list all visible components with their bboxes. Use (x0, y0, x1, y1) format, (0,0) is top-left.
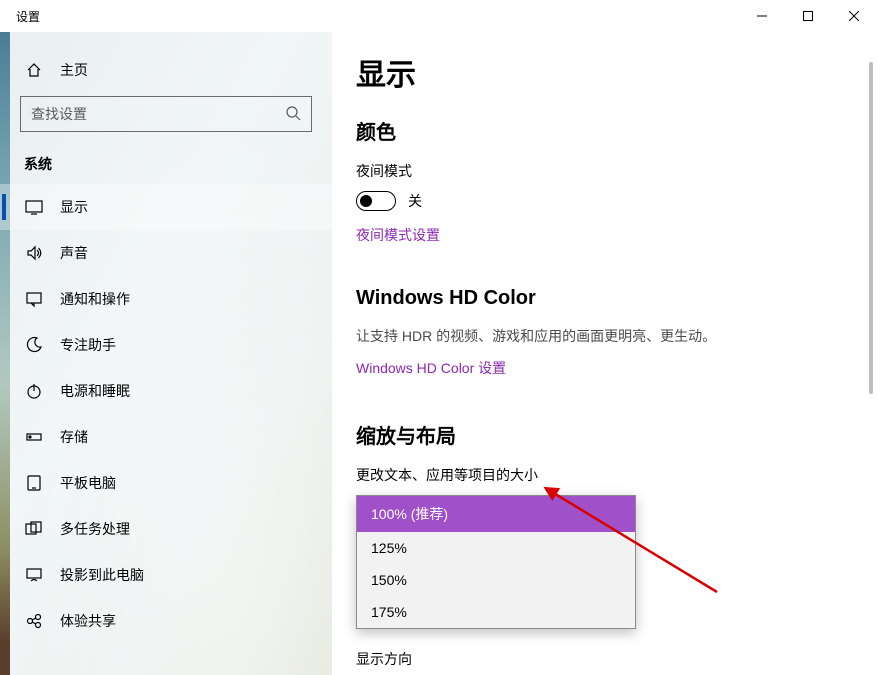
sidebar-item-shared-experiences[interactable]: 体验共享 (0, 598, 332, 644)
page-title: 显示 (356, 50, 837, 94)
sidebar-item-label: 显示 (60, 197, 88, 217)
sidebar-item-label: 多任务处理 (60, 519, 130, 539)
window-title: 设置 (16, 8, 40, 25)
shared-icon (24, 611, 44, 631)
scale-option-175[interactable]: 175% (357, 596, 635, 628)
night-mode-state: 关 (408, 191, 422, 211)
settings-window: 设置 主页 (0, 0, 877, 675)
hdcolor-desc: 让支持 HDR 的视频、游戏和应用的画面更明亮、更生动。 (356, 326, 837, 346)
scale-dropdown[interactable]: 100% (推荐) 125% 150% 175% (356, 495, 636, 629)
multitasking-icon (24, 519, 44, 539)
search-icon (285, 105, 301, 124)
scale-option-100[interactable]: 100% (推荐) (357, 496, 635, 532)
notifications-icon (24, 289, 44, 309)
search-placeholder: 查找设置 (31, 104, 87, 124)
sidebar-item-label: 平板电脑 (60, 473, 116, 493)
main-content: 显示 颜色 夜间模式 关 夜间模式设置 Windows HD Color 让支持… (332, 32, 877, 675)
sidebar-item-label: 存储 (60, 427, 88, 447)
scale-option-150[interactable]: 150% (357, 564, 635, 596)
night-mode-label: 夜间模式 (356, 161, 837, 181)
category-header: 系统 (0, 138, 332, 184)
sound-icon (24, 243, 44, 263)
orientation-label: 显示方向 (356, 649, 837, 669)
sidebar-item-power-sleep[interactable]: 电源和睡眠 (0, 368, 332, 414)
titlebar: 设置 (0, 0, 877, 32)
scale-field-label: 更改文本、应用等项目的大小 (356, 465, 837, 485)
sidebar-item-storage[interactable]: 存储 (0, 414, 332, 460)
sidebar-item-label: 声音 (60, 243, 88, 263)
toggle-knob (360, 195, 372, 207)
maximize-button[interactable] (785, 0, 831, 32)
sidebar-item-focus-assist[interactable]: 专注助手 (0, 322, 332, 368)
tablet-icon (24, 473, 44, 493)
hdcolor-settings-link[interactable]: Windows HD Color 设置 (356, 358, 506, 378)
storage-icon (24, 427, 44, 447)
sidebar-item-tablet[interactable]: 平板电脑 (0, 460, 332, 506)
sidebar: 主页 查找设置 系统 显示 (0, 32, 332, 675)
projecting-icon (24, 565, 44, 585)
display-icon (24, 197, 44, 217)
power-icon (24, 381, 44, 401)
titlebar-buttons (739, 0, 877, 32)
night-mode-toggle[interactable] (356, 191, 396, 211)
sidebar-item-label: 体验共享 (60, 611, 116, 631)
scrollbar-thumb[interactable] (869, 62, 873, 394)
home-link[interactable]: 主页 (0, 50, 332, 90)
search-input[interactable]: 查找设置 (20, 96, 312, 132)
sidebar-item-label: 通知和操作 (60, 289, 130, 309)
sidebar-item-projecting[interactable]: 投影到此电脑 (0, 552, 332, 598)
sidebar-item-display[interactable]: 显示 (0, 184, 332, 230)
sidebar-item-label: 专注助手 (60, 335, 116, 355)
sidebar-item-label: 电源和睡眠 (60, 381, 130, 401)
night-mode-settings-link[interactable]: 夜间模式设置 (356, 225, 440, 245)
minimize-button[interactable] (739, 0, 785, 32)
sidebar-item-multitasking[interactable]: 多任务处理 (0, 506, 332, 552)
section-hdcolor-heading: Windows HD Color (356, 287, 837, 310)
home-icon (24, 60, 44, 80)
close-button[interactable] (831, 0, 877, 32)
scale-option-125[interactable]: 125% (357, 532, 635, 564)
sidebar-item-label: 投影到此电脑 (60, 565, 144, 585)
home-label: 主页 (60, 60, 88, 80)
sidebar-item-notifications[interactable]: 通知和操作 (0, 276, 332, 322)
focus-icon (24, 335, 44, 355)
sidebar-item-sound[interactable]: 声音 (0, 230, 332, 276)
section-scale-heading: 缩放与布局 (356, 420, 837, 449)
scrollbar[interactable] (869, 62, 873, 665)
section-color-heading: 颜色 (356, 116, 837, 145)
